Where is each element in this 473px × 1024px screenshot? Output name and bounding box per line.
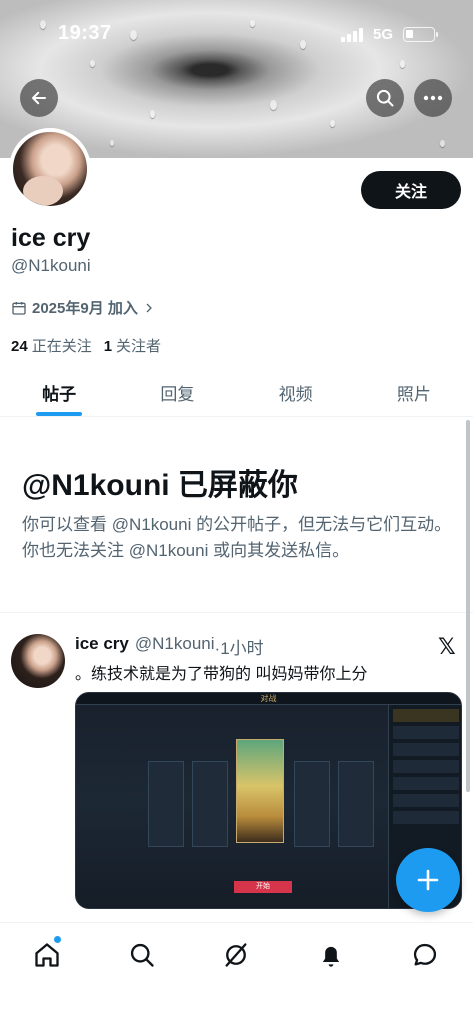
followers-count: 1 xyxy=(103,338,113,355)
following-label: 正在关注 xyxy=(31,338,92,355)
bottom-navigation xyxy=(0,922,473,1024)
explore-icon xyxy=(130,943,154,967)
game-slot xyxy=(192,761,228,847)
back-arrow-icon xyxy=(32,91,46,105)
game-play-button: 开始 xyxy=(234,881,292,893)
post-header: ice cry @N1kouni ·1小时 xyxy=(75,634,264,659)
search-icon xyxy=(376,89,394,107)
x-logo-icon: 𝕏 xyxy=(438,634,456,659)
profile-avatar[interactable] xyxy=(9,128,91,210)
status-bar: 19:37 5G xyxy=(0,22,473,50)
game-title: 对战 xyxy=(260,694,277,703)
battery-icon xyxy=(403,27,438,42)
following-count: 24 xyxy=(11,338,28,355)
post-author-handle[interactable]: @N1kouni xyxy=(135,634,215,659)
game-slot xyxy=(294,761,330,847)
follow-button[interactable]: 关注 xyxy=(361,171,461,209)
followers-stat[interactable]: 1 关注者 xyxy=(104,335,161,356)
back-button[interactable] xyxy=(20,79,58,117)
chevron-right-icon xyxy=(146,303,152,312)
post-text: 。练技术就是为了带狗的 叫妈妈带你上分 xyxy=(75,666,368,683)
tab-photos[interactable]: 照片 xyxy=(355,370,473,416)
nav-notifications[interactable] xyxy=(311,935,351,975)
profile-tabs: 帖子 回复 视频 照片 xyxy=(0,370,473,417)
profile-name: ice cry xyxy=(11,224,91,252)
scrollbar[interactable] xyxy=(466,420,470,792)
home-icon xyxy=(35,943,59,967)
nav-messages[interactable] xyxy=(405,935,445,975)
game-slot xyxy=(148,761,184,847)
tab-replies[interactable]: 回复 xyxy=(118,370,236,416)
game-slot xyxy=(338,761,374,847)
nav-explore[interactable] xyxy=(122,935,162,975)
messages-icon xyxy=(413,943,437,966)
follow-stats: 24 正在关注 1 关注者 xyxy=(11,335,161,356)
blocked-description: 你可以查看 @N1kouni 的公开帖子，但无法与它们互动。你也无法关注 @N1… xyxy=(22,515,452,560)
post-time: ·1小时 xyxy=(214,639,264,658)
network-label: 5G xyxy=(372,26,393,43)
nav-grok[interactable] xyxy=(216,935,256,975)
search-button[interactable] xyxy=(366,79,404,117)
calendar-icon xyxy=(12,301,26,315)
post-author-name[interactable]: ice cry xyxy=(75,634,129,659)
followers-label: 关注者 xyxy=(116,338,162,355)
blocked-title: @N1kouni 已屏蔽你 xyxy=(22,469,298,502)
following-stat[interactable]: 24 正在关注 xyxy=(11,335,92,356)
notification-dot xyxy=(54,936,61,943)
tab-posts[interactable]: 帖子 xyxy=(0,370,118,416)
notifications-bell-icon xyxy=(322,946,340,967)
post-avatar[interactable] xyxy=(11,634,65,688)
more-icon xyxy=(423,95,443,101)
more-button[interactable] xyxy=(414,79,452,117)
grok-icon xyxy=(225,943,247,967)
compose-plus-icon xyxy=(417,869,439,891)
joined-label: 2025年9月 加入 xyxy=(32,300,138,317)
joined-date[interactable]: 2025年9月 加入 xyxy=(11,297,155,318)
compose-button[interactable] xyxy=(396,848,460,912)
nav-home[interactable] xyxy=(27,935,67,975)
divider xyxy=(0,612,473,613)
signal-icon xyxy=(341,28,363,42)
tab-videos[interactable]: 视频 xyxy=(237,370,355,416)
game-champion-card xyxy=(236,739,284,843)
profile-handle: @N1kouni xyxy=(11,256,91,275)
status-time: 19:37 xyxy=(58,22,112,44)
